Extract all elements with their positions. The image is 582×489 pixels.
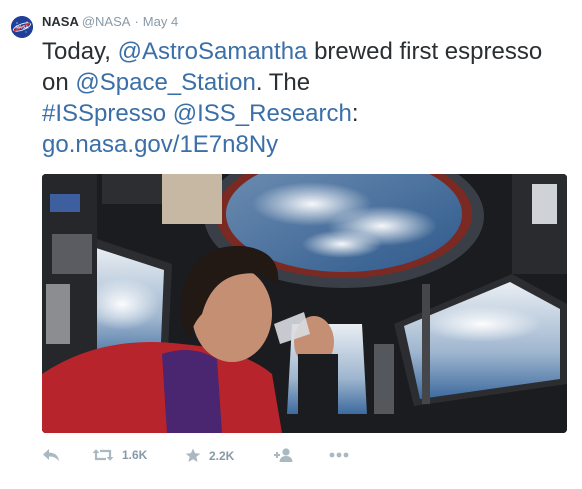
nasa-logo-icon: NASA	[11, 16, 33, 38]
tweet-timestamp[interactable]: May 4	[143, 14, 178, 29]
tweet-actions: 1.6K 2.2K	[42, 448, 362, 470]
astronaut-cupola-image	[42, 174, 567, 433]
follow-button[interactable]	[274, 448, 294, 462]
mention-astrosamantha-link[interactable]: @AstroSamantha	[118, 38, 308, 65]
follow-icon	[274, 448, 293, 462]
more-icon	[329, 452, 349, 458]
retweet-count: 1.6K	[122, 448, 148, 462]
svg-text:NASA: NASA	[15, 25, 29, 30]
reply-button[interactable]	[42, 448, 60, 462]
short-url-link[interactable]: go.nasa.gov/1E7n8Ny	[42, 131, 278, 158]
nasa-avatar[interactable]: NASA	[11, 16, 33, 38]
tweet-text: Today, @AstroSamantha brewed first espre…	[42, 36, 572, 160]
tweet-header: NASA @NASA · May 4	[42, 14, 178, 30]
hashtag-isspresso-link[interactable]: #ISSpresso	[42, 100, 166, 127]
text-segment: Today,	[42, 38, 118, 65]
tweet-photo[interactable]	[42, 174, 567, 433]
favorite-button[interactable]: 2.2K	[185, 448, 234, 463]
tweet-card: NASA NASA @NASA · May 4 Today, @AstroSamant…	[0, 0, 582, 489]
retweet-icon	[92, 449, 114, 461]
favorite-count: 2.2K	[209, 448, 235, 463]
retweet-button[interactable]: 1.6K	[92, 448, 147, 462]
mention-iss-research-link[interactable]: @ISS_Research	[173, 100, 352, 127]
text-segment: :	[351, 100, 359, 127]
more-button[interactable]	[329, 452, 349, 458]
text-segment	[166, 100, 173, 127]
mention-space-station-link[interactable]: @Space_Station	[75, 69, 255, 96]
author-name[interactable]: NASA	[42, 14, 79, 29]
author-handle[interactable]: @NASA	[82, 14, 131, 29]
star-icon	[185, 448, 201, 462]
header-separator: ·	[134, 14, 139, 29]
reply-icon	[43, 449, 59, 461]
text-segment: . The	[255, 69, 311, 96]
